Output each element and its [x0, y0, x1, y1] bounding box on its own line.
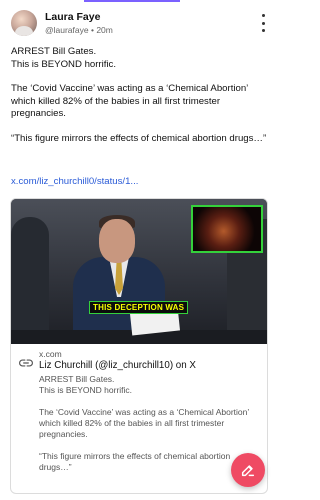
- author-meta: @laurafaye • 20m: [45, 25, 113, 35]
- card-description: ARREST Bill Gates. This is BEYOND horrif…: [39, 374, 261, 473]
- compose-button[interactable]: [231, 453, 265, 487]
- post-link[interactable]: x.com/liz_churchill0/status/1...: [11, 176, 138, 187]
- post-paragraph: The ‘Covid Vaccine’ was acting as a ‘Che…: [11, 83, 248, 119]
- card-title[interactable]: Liz Churchill (@liz_churchill10) on X: [39, 360, 196, 371]
- post-paragraph: “This figure mirrors the effects of chem…: [11, 132, 267, 144]
- preview-image: THIS DECEPTION WAS: [11, 199, 267, 344]
- post-text: ARREST Bill Gates. This is BEYOND horrif…: [11, 46, 268, 145]
- link-preview-card[interactable]: THIS DECEPTION WAS x.com Liz Churchill (…: [10, 198, 268, 494]
- link-icon: [19, 359, 33, 367]
- desc-paragraph: The ‘Covid Vaccine’ was acting as a ‘Che…: [39, 407, 249, 439]
- more-vertical-icon[interactable]: [258, 14, 268, 32]
- top-active-indicator: [84, 0, 180, 2]
- desc-line: This is BEYOND horrific.: [39, 385, 133, 395]
- inset-image: [191, 205, 263, 253]
- post-time: 20m: [96, 25, 113, 35]
- post-line: This is BEYOND horrific.: [11, 58, 117, 70]
- author-name[interactable]: Laura Faye: [45, 11, 100, 23]
- post-header: Laura Faye @laurafaye • 20m: [11, 10, 270, 38]
- card-domain: x.com: [39, 349, 62, 359]
- post-line: ARREST Bill Gates.: [11, 46, 97, 57]
- edit-icon: [241, 465, 255, 477]
- avatar[interactable]: [11, 10, 37, 36]
- card-info: x.com Liz Churchill (@liz_churchill10) o…: [11, 344, 267, 472]
- author-handle[interactable]: @laurafaye: [45, 25, 89, 35]
- desc-line: ARREST Bill Gates.: [39, 374, 115, 384]
- image-caption: THIS DECEPTION WAS: [89, 301, 189, 314]
- desc-paragraph: “This figure mirrors the effects of chem…: [39, 451, 231, 472]
